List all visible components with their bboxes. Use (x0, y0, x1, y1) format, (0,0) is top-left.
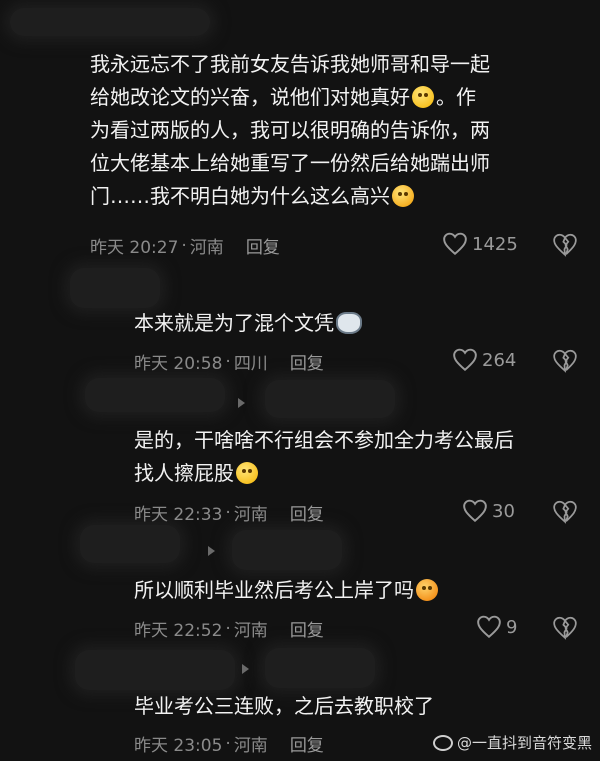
comment-meta: 昨天 22:33 · 河南 回复 (134, 500, 324, 526)
heart-icon (463, 499, 487, 523)
comment-meta: 昨天 20:27 · 河南 回复 (90, 233, 280, 259)
comment-text: 本来就是为了混个文凭 (134, 307, 514, 340)
comment-text: 所以顺利毕业然后考公上岸了吗 (134, 574, 554, 607)
comment-location: 四川 (233, 354, 268, 374)
weibo-watermark: @一直抖到音符变黑 (432, 732, 592, 753)
comment-text: 是的，干啥啥不行组会不参加全力考公最后找人擦屁股 (134, 428, 514, 485)
broken-heart-icon[interactable] (552, 349, 578, 373)
heart-icon (443, 232, 467, 256)
comment-time: 昨天 23:05 (134, 736, 223, 756)
broken-heart-icon[interactable] (552, 233, 578, 257)
reply-button[interactable]: 回复 (290, 500, 324, 525)
reply-button[interactable]: 回复 (290, 349, 324, 374)
like-count: 1425 (472, 233, 518, 255)
weibo-logo-icon (432, 734, 453, 751)
broken-heart-icon[interactable] (552, 500, 578, 524)
comment-time: 昨天 22:33 (134, 505, 223, 525)
redacted-username (265, 380, 395, 418)
like-button[interactable]: 30 (462, 499, 515, 523)
comment-meta: 昨天 20:58 · 四川 回复 (134, 349, 324, 375)
comment-time: 昨天 20:58 (134, 354, 223, 374)
separator: · (225, 351, 231, 372)
heart-icon (453, 348, 477, 372)
redacted-username (75, 650, 235, 690)
astonished-emoji-icon (416, 579, 438, 601)
redacted-username (10, 8, 210, 36)
like-button[interactable]: 264 (452, 348, 516, 372)
heart-icon (477, 615, 501, 639)
comment-time: 昨天 22:52 (134, 621, 223, 641)
blush-emoji-icon (236, 462, 258, 484)
laughing-emoji-icon (392, 185, 414, 207)
like-button[interactable]: 9 (476, 615, 517, 639)
reply-button[interactable]: 回复 (246, 233, 280, 258)
separator: · (225, 618, 231, 639)
redacted-username (70, 268, 160, 308)
like-count: 264 (482, 349, 517, 371)
reply-arrow-icon (242, 664, 249, 674)
separator: · (225, 502, 231, 523)
like-button[interactable]: 1425 (442, 232, 518, 256)
reply-button[interactable]: 回复 (290, 616, 324, 641)
redacted-username (232, 530, 342, 570)
comment-location: 河南 (189, 238, 224, 258)
separator: · (225, 733, 231, 754)
reply-arrow-icon (238, 398, 245, 408)
separator: · (181, 235, 187, 256)
like-count: 9 (506, 616, 518, 638)
reply-button[interactable]: 回复 (290, 731, 324, 756)
comment-location: 河南 (233, 505, 268, 525)
redacted-username (265, 648, 375, 688)
comment-time: 昨天 20:27 (90, 238, 179, 258)
like-count: 30 (492, 500, 515, 522)
comment-meta: 昨天 23:05 · 河南 回复 (134, 731, 324, 757)
dog-emoji-icon (336, 312, 362, 334)
comment-text: 毕业考公三连败，之后去教职校了 (134, 694, 434, 718)
reply-arrow-icon (208, 546, 215, 556)
broken-heart-icon[interactable] (552, 616, 578, 640)
watermark-text: @一直抖到音符变黑 (456, 734, 592, 752)
comment-location: 河南 (233, 736, 268, 756)
comment-meta: 昨天 22:52 · 河南 回复 (134, 616, 324, 642)
comment-text: 我永远忘不了我前女友告诉我她师哥和导一起给她改论文的兴奋，说他们对她真好 。作为看… (90, 52, 490, 208)
comment-location: 河南 (233, 621, 268, 641)
blush-emoji-icon (412, 86, 434, 108)
redacted-username (85, 378, 225, 412)
redacted-username (80, 525, 180, 563)
